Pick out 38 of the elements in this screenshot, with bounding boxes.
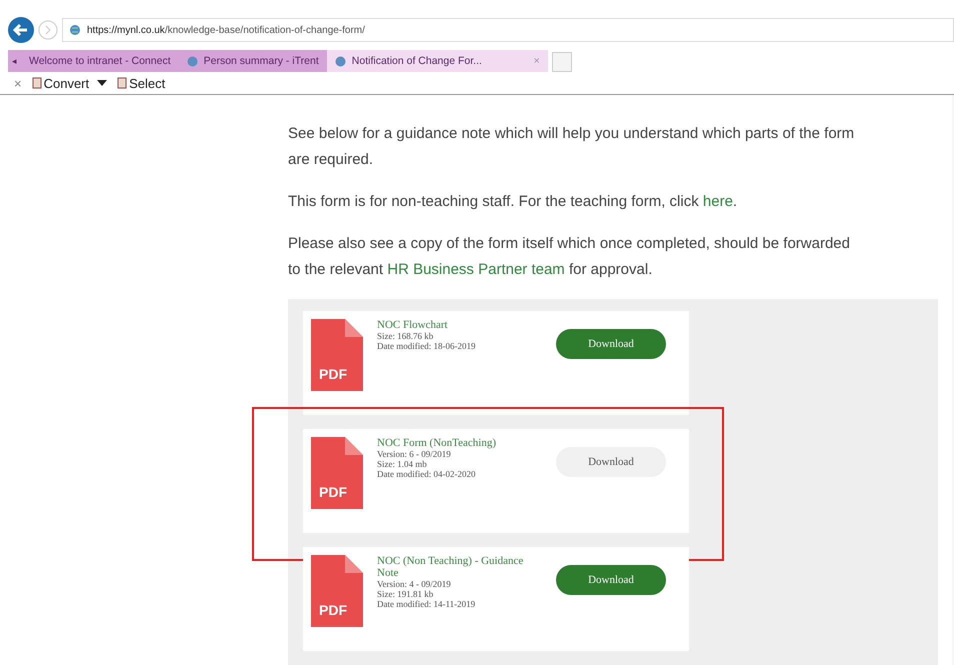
url-text: https://mynl.co.uk/knowledge-base/notification-of-change-form/ (87, 24, 365, 36)
file-title[interactable]: NOC Flowchart (377, 319, 542, 331)
file-detail: Date modified: 04-02-2020 (377, 469, 476, 479)
globe-icon (186, 56, 198, 66)
file-title[interactable]: NOC (Non Teaching) - Guidance Note (377, 555, 542, 579)
file-detail: Date modified: 18-06-2019 (377, 341, 476, 351)
file-detail: Size: 191.81 kb (377, 589, 434, 599)
toolbar-button[interactable]: Select (117, 76, 166, 90)
file-detail: Version: 4 - 09/2019 (377, 579, 452, 589)
paragraph: Please also see a copy of the form itself which once completed, should be forwarded to the relevant HR Business Partner team for approval. (288, 234, 851, 280)
file-detail: Version: 6 - 09/2019 (377, 449, 452, 459)
file-detail: Date modified: 14-11-2019 (377, 599, 476, 609)
file-detail: Size: 1.04 mb (377, 459, 428, 469)
text-link[interactable]: here (702, 193, 733, 210)
toolbar-button[interactable]: Convert (32, 76, 108, 90)
pdf-file-icon: PDF (311, 555, 363, 627)
globe-icon (69, 24, 81, 36)
paragraph: See below for a guidance note which will help you understand which parts of the form are required. (288, 124, 856, 170)
document-icon (117, 77, 128, 89)
paragraph: This form is for non-teaching staff. For the teaching form, click here. (288, 192, 738, 212)
pdf-file-icon: PDF (311, 319, 363, 391)
download-button[interactable]: Download (556, 329, 666, 359)
scroll-left-icon[interactable]: ◂ (8, 50, 21, 72)
browser-tab[interactable]: Welcome to intranet - Connect (21, 50, 179, 72)
file-title[interactable]: NOC Form (NonTeaching) (377, 437, 542, 449)
caret-icon[interactable] (97, 80, 108, 86)
download-button[interactable]: Download (556, 565, 666, 595)
back-button[interactable] (8, 17, 34, 43)
download-button[interactable]: Download (556, 447, 666, 477)
file-detail: Size: 168.76 kb (377, 331, 434, 341)
close-toolbar-button[interactable]: × (14, 76, 22, 90)
text-link[interactable]: HR Business Partner team (387, 261, 565, 278)
pdf-file-icon: PDF (311, 437, 363, 509)
address-bar[interactable]: https://mynl.co.uk/knowledge-base/notification-of-change-form/ (62, 18, 954, 42)
browser-tab[interactable]: Person summary - iTrent (178, 50, 327, 72)
browser-tab[interactable]: Notification of Change For... × (326, 50, 548, 72)
document-icon (32, 77, 42, 89)
globe-icon (334, 56, 346, 66)
